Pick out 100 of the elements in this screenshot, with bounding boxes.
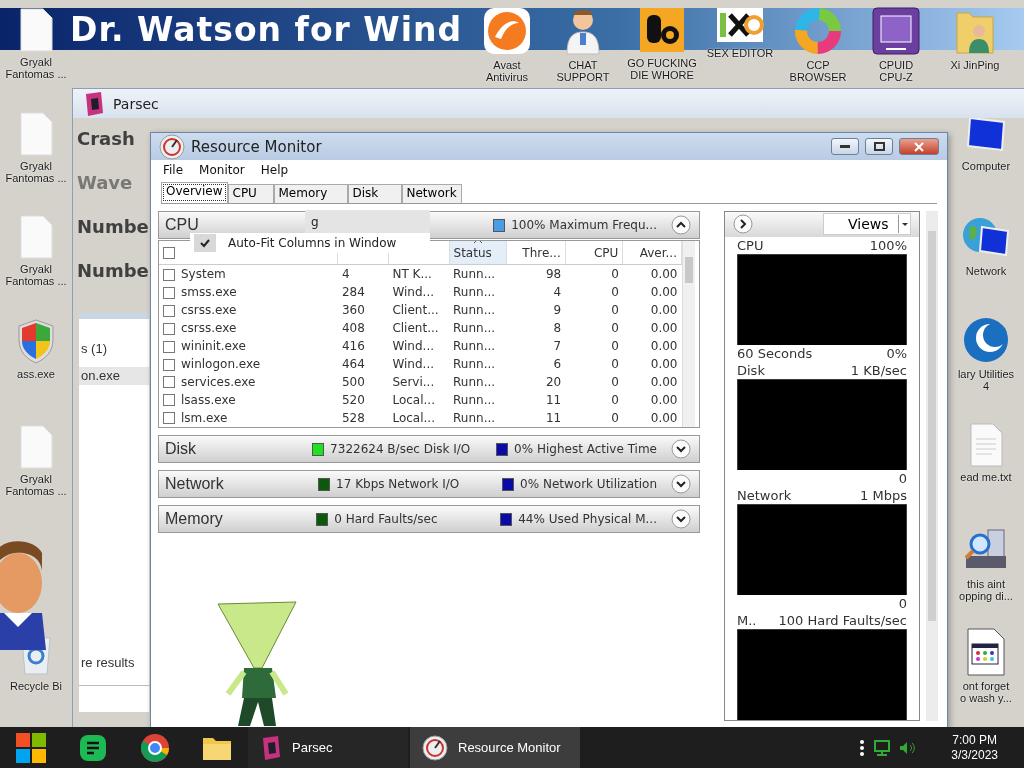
- table-cell: lsm.exe: [181, 410, 228, 425]
- section-title: Disk: [165, 440, 197, 458]
- table-cell-text: Runn...: [452, 374, 497, 391]
- desktop-icon-label[interactable]: this aint opping di...: [959, 578, 1013, 602]
- table-cell-text: 4: [552, 284, 563, 302]
- desktop-icon-label[interactable]: Gryakl Fantomas ...: [5, 160, 67, 184]
- table-cell-text: 360: [340, 302, 366, 320]
- desktop-icon-label[interactable]: Avast Antivirus: [485, 59, 529, 83]
- table-cell: csrss.exe: [181, 303, 237, 318]
- background-label: Numbe: [77, 216, 149, 237]
- table-cell-text: 0: [610, 356, 620, 373]
- desktop-icon-label[interactable]: SEX EDITOR: [706, 47, 774, 59]
- table-cell-text: 0.00: [649, 338, 679, 356]
- table-cell-text: Runn...: [452, 302, 497, 320]
- desktop-icon-label[interactable]: CHAT SUPPORT: [556, 59, 610, 83]
- table-cell-text: 0: [610, 338, 620, 356]
- desktop-icon-label[interactable]: ont forget o wash y...: [960, 680, 1012, 704]
- desktop-icon-label[interactable]: Network: [965, 265, 1007, 277]
- table-cell-text: 8: [552, 320, 563, 338]
- desktop-icon-label[interactable]: CPUID CPU-Z: [878, 59, 914, 83]
- desktop-icon-label[interactable]: Gryakl Fantomas ...: [5, 263, 67, 287]
- table-cell-text: 0: [610, 374, 620, 391]
- desktop-icon-label[interactable]: Computer: [961, 160, 1011, 172]
- column-header[interactable]: CPU: [565, 241, 623, 265]
- clock-time[interactable]: 7:00 PM: [952, 732, 997, 748]
- graph-scale: 100 Hard Faults/sec: [778, 612, 907, 629]
- table-cell-text: Runn...: [452, 284, 497, 302]
- table-cell: 4: [337, 264, 389, 284]
- column-header[interactable]: Aver...: [622, 241, 682, 265]
- taskbar-button[interactable]: Parsec: [248, 727, 408, 768]
- table-cell-text: 0.00: [649, 356, 679, 373]
- desktop-icon-label[interactable]: Xi JinPing: [950, 59, 1000, 71]
- menu-item[interactable]: Auto-Fit Columns in Window: [190, 233, 430, 253]
- desktop-icon-label[interactable]: Recycle Bi: [10, 680, 62, 692]
- views-dropdown[interactable]: Views: [823, 213, 911, 236]
- table-cell: System: [181, 267, 226, 282]
- graph-scale: 100%: [869, 237, 907, 254]
- section-header[interactable]: Memory 0 Hard Faults/sec 44% Used Physical M...: [158, 505, 700, 533]
- tab[interactable]: CPU: [227, 184, 274, 203]
- graph-title: Network: [737, 487, 792, 504]
- window-title: Parsec: [113, 95, 159, 112]
- desktop-icon-label[interactable]: Gryakl Fantomas ...: [5, 473, 67, 497]
- pane-text: re results: [81, 655, 135, 670]
- table-cell-text: Runn...: [452, 320, 497, 338]
- table-cell-text: 500: [340, 374, 366, 391]
- menu-item[interactable]: g: [305, 210, 430, 233]
- table-cell: wininit.exe: [181, 339, 246, 354]
- column-header[interactable]: Thre...: [506, 241, 566, 265]
- table-cell-text: 0: [610, 284, 620, 302]
- metric-text: 0 Hard Faults/sec: [334, 512, 438, 526]
- table-cell-text: 0.00: [649, 409, 679, 427]
- graph-scale: 0: [898, 595, 907, 612]
- table-cell: 0.00: [622, 264, 682, 284]
- table-cell-text: 284: [340, 284, 366, 302]
- desktop-icon-label[interactable]: ass.exe: [17, 368, 55, 380]
- tab[interactable]: Memory: [273, 184, 348, 203]
- table-cell-text: Wind...: [391, 338, 435, 356]
- graph-scale: 1 Mbps: [860, 487, 907, 504]
- window-title: Resource Monitor: [191, 137, 323, 156]
- metric-text: 100% Maximum Frequ...: [511, 218, 657, 232]
- table-cell-text: Runn...: [452, 338, 497, 356]
- table-cell: 0: [565, 264, 623, 284]
- table-cell-text: Runn...: [452, 409, 497, 427]
- graph-scale: 0%: [886, 345, 907, 362]
- tab[interactable]: Disk: [347, 184, 402, 203]
- table-cell-text: 0.00: [649, 320, 679, 338]
- pane-text: s (1): [81, 341, 107, 356]
- table-cell-text: 11: [544, 409, 563, 427]
- tab[interactable]: Network: [401, 184, 462, 203]
- section-header[interactable]: Disk 7322624 B/sec Disk I/O 0% Highest Active Time: [158, 435, 700, 463]
- table-cell-text: 9: [552, 302, 563, 320]
- table-cell-text: 520: [340, 391, 366, 409]
- table-cell-text: Servi...: [391, 374, 436, 391]
- list-row[interactable]: on.exe: [79, 367, 149, 385]
- desktop-icon-label[interactable]: lary Utilities 4: [957, 368, 1015, 392]
- section-header[interactable]: Network 17 Kbps Network I/O 0% Network Utilization: [158, 470, 700, 498]
- metric-text: 17 Kbps Network I/O: [336, 477, 460, 491]
- tab[interactable]: Overview: [161, 182, 228, 203]
- taskbar-button[interactable]: Resource Monitor: [410, 727, 580, 768]
- table-cell-text: 11: [544, 391, 563, 409]
- desktop-icon-label[interactable]: CCP BROWSER: [789, 59, 847, 83]
- menu-item[interactable]: Monitor: [191, 163, 253, 177]
- graph-title: M..: [737, 612, 757, 629]
- graph-scale: 0: [898, 470, 907, 487]
- clock-date[interactable]: 3/3/2023: [951, 747, 998, 763]
- desktop-icon-label[interactable]: Gryakl Fantomas ...: [5, 56, 67, 80]
- table-cell-text: Wind...: [391, 356, 435, 373]
- menu-item[interactable]: File: [155, 163, 192, 177]
- desktop-icon-label[interactable]: GO FUCKING DIE WHORE: [627, 57, 697, 81]
- table-cell-text: 7: [552, 338, 563, 356]
- table-cell-text: 0: [610, 409, 620, 427]
- menu-item[interactable]: Help: [252, 163, 297, 177]
- table-cell-text: Wind...: [391, 284, 435, 302]
- table-cell-text: Local...: [391, 409, 436, 427]
- desktop-icon-label[interactable]: ead me.txt: [960, 471, 1012, 483]
- column-header[interactable]: Status: [449, 241, 507, 265]
- table-cell-text: 528: [340, 409, 366, 427]
- table-cell-text: 20: [544, 374, 563, 391]
- background-label: Wave: [77, 172, 133, 193]
- background-window-title: Dr. Watson for Wind: [70, 10, 463, 49]
